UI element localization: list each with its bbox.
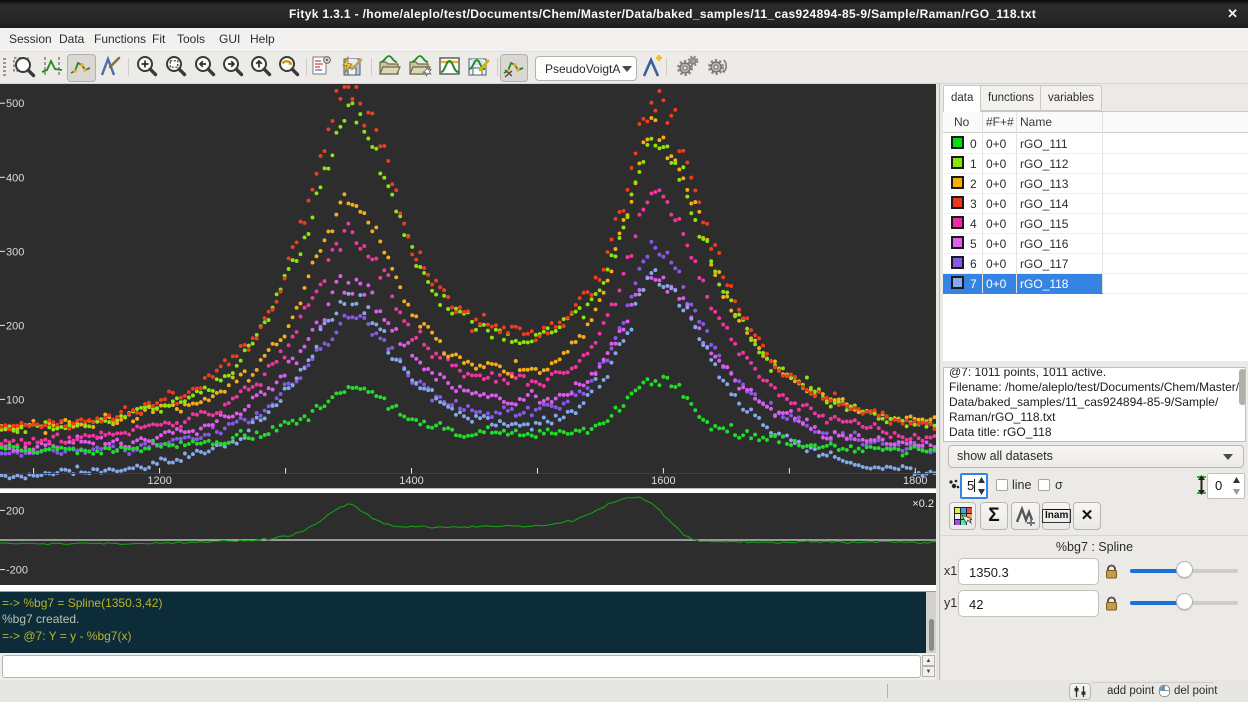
svg-text:×0.2: ×0.2 — [912, 498, 934, 510]
svg-text:300: 300 — [6, 246, 24, 258]
svg-text:100: 100 — [6, 394, 24, 406]
svg-text:1200: 1200 — [147, 475, 171, 487]
svg-text:200: 200 — [6, 505, 24, 517]
svg-text:1800: 1800 — [903, 475, 927, 487]
svg-text:200: 200 — [6, 320, 24, 332]
svg-text:1600: 1600 — [651, 475, 675, 487]
svg-text:1400: 1400 — [399, 475, 423, 487]
svg-text:500: 500 — [6, 98, 24, 110]
svg-text:-200: -200 — [6, 565, 28, 577]
svg-text:400: 400 — [6, 172, 24, 184]
